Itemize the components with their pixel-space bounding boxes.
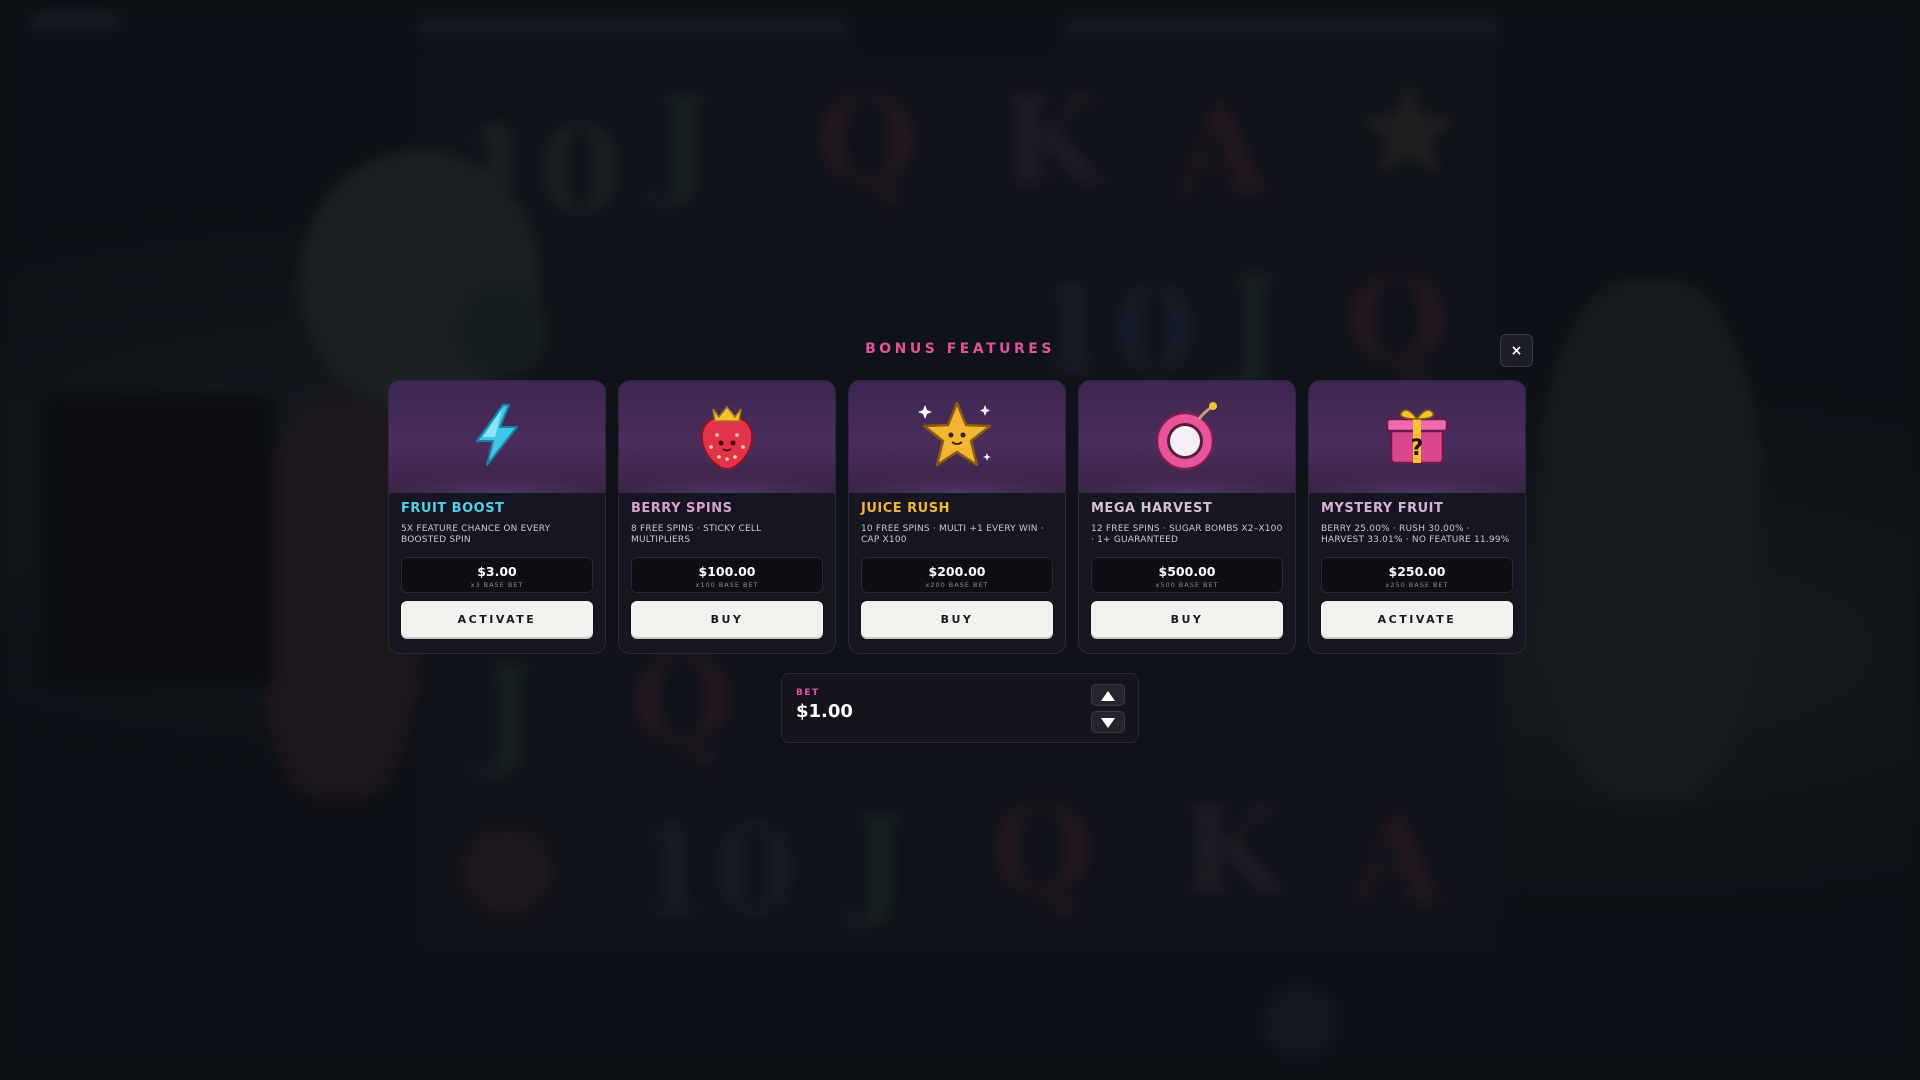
card-price: $200.00 (928, 564, 986, 579)
feature-card-mystery-fruit: ? MYSTERY FRUIT BERRY 25.00% · RUSH 30.0… (1308, 380, 1526, 654)
activate-fruit-boost-button[interactable]: ACTIVATE (401, 601, 593, 637)
modal-title: BONUS FEATURES (865, 341, 1055, 357)
card-name: FRUIT BOOST (401, 501, 505, 516)
bet-selector: BET $1.00 (781, 673, 1139, 743)
card-name: JUICE RUSH (861, 501, 950, 516)
feature-card-berry-spins: BERRY SPINS 8 FREE SPINS · STICKY CELL M… (618, 380, 836, 654)
price-box: $200.00 x200 BASE BET (861, 557, 1053, 593)
star-icon (917, 397, 997, 477)
price-box: $100.00 x100 BASE BET (631, 557, 823, 593)
feature-cards: FRUIT BOOST 5X FEATURE CHANCE ON EVERY B… (388, 380, 1526, 654)
price-box: $3.00 x3 BASE BET (401, 557, 593, 593)
price-box: $250.00 x250 BASE BET (1321, 557, 1513, 593)
card-name: MYSTERY FRUIT (1321, 501, 1444, 516)
close-icon: × (1510, 342, 1523, 359)
bet-decrease-button[interactable] (1091, 711, 1125, 733)
card-description: 8 FREE SPINS · STICKY CELL MULTIPLIERS (631, 524, 762, 545)
activate-mystery-fruit-button[interactable]: ACTIVATE (1321, 601, 1513, 637)
feature-card-mega-harvest: MEGA HARVEST 12 FREE SPINS · SUGAR BOMBS… (1078, 380, 1296, 654)
feature-card-fruit-boost: FRUIT BOOST 5X FEATURE CHANCE ON EVERY B… (388, 380, 606, 654)
card-name: MEGA HARVEST (1091, 501, 1213, 516)
card-price-multiplier: x3 BASE BET (470, 581, 524, 589)
arrow-down-icon (1101, 713, 1115, 732)
feature-card-juice-rush: JUICE RUSH 10 FREE SPINS · MULTI +1 EVER… (848, 380, 1066, 654)
close-button[interactable]: × (1500, 334, 1533, 367)
price-box: $500.00 x500 BASE BET (1091, 557, 1283, 593)
card-price-multiplier: x500 BASE BET (1155, 581, 1219, 589)
card-price-multiplier: x200 BASE BET (925, 581, 989, 589)
mystery-box-icon: ? (1383, 403, 1451, 471)
bet-value: $1.00 (796, 701, 853, 722)
strawberry-icon (695, 397, 759, 477)
card-price: $250.00 (1388, 564, 1446, 579)
card-price: $100.00 (698, 564, 756, 579)
svg-text:?: ? (1411, 436, 1424, 461)
buy-mega-harvest-button[interactable]: BUY (1091, 601, 1283, 637)
bomb-icon (1151, 397, 1223, 477)
card-description: 5X FEATURE CHANCE ON EVERY BOOSTED SPIN (401, 524, 551, 545)
card-description: 12 FREE SPINS · SUGAR BOMBS X2–X100 · 1+… (1091, 524, 1283, 545)
card-price-multiplier: x250 BASE BET (1385, 581, 1449, 589)
card-price: $500.00 (1158, 564, 1216, 579)
card-description: BERRY 25.00% · RUSH 30.00% · HARVEST 33.… (1321, 524, 1510, 545)
buy-berry-spins-button[interactable]: BUY (631, 601, 823, 637)
card-price: $3.00 (477, 564, 517, 579)
card-description: 10 FREE SPINS · MULTI +1 EVERY WIN · CAP… (861, 524, 1044, 545)
buy-juice-rush-button[interactable]: BUY (861, 601, 1053, 637)
arrow-up-icon (1101, 686, 1115, 705)
card-name: BERRY SPINS (631, 501, 733, 516)
bet-increase-button[interactable] (1091, 684, 1125, 706)
bet-label: BET (796, 688, 820, 698)
card-price-multiplier: x100 BASE BET (695, 581, 759, 589)
lightning-icon (469, 403, 525, 471)
